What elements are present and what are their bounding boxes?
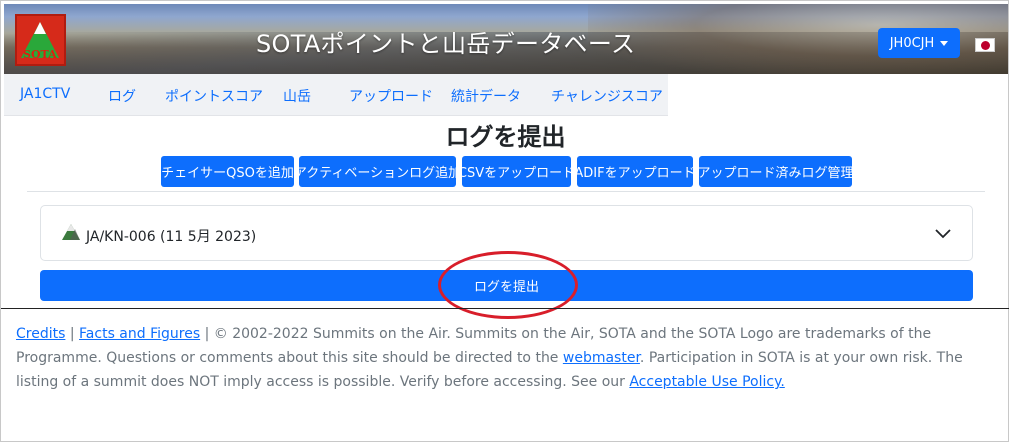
nav-item-summits[interactable]: 山岳 — [283, 86, 311, 106]
main-nav: JA1CTV ログ ポイントスコア 山岳 アップロード 統計データ チャレンジス… — [4, 74, 668, 116]
facts-figures-link[interactable]: Facts and Figures — [79, 326, 200, 342]
japan-flag-icon[interactable] — [975, 38, 995, 52]
upload-adif-button[interactable]: ADIFをアップロード — [574, 156, 696, 187]
sota-logo[interactable]: SOTA — [15, 14, 66, 66]
user-menu-label: JH0CJH — [889, 35, 935, 51]
add-chaser-qso-button[interactable]: チェイサーQSOを追加 — [161, 156, 294, 187]
accordion-label: JA/KN-006 (11 5月 2023) — [86, 229, 257, 245]
footer: Credits | Facts and Figures | © 2002-202… — [16, 322, 976, 394]
user-menu-button[interactable]: JH0CJH — [878, 28, 960, 58]
nav-item-statistics[interactable]: 統計データ — [451, 86, 521, 106]
site-title: SOTAポイントと山岳データベース — [256, 30, 636, 58]
divider — [27, 191, 985, 192]
nav-item-point-score[interactable]: ポイントスコア — [165, 86, 263, 106]
page-title: ログを提出 — [445, 123, 566, 151]
nav-item-callsign[interactable]: JA1CTV — [20, 86, 70, 102]
activation-accordion[interactable]: JA/KN-006 (11 5月 2023) — [40, 205, 973, 261]
header-banner: SOTA SOTAポイントと山岳データベース JH0CJH — [4, 4, 1008, 74]
logo-text: SOTA — [23, 48, 57, 61]
page: SOTA SOTAポイントと山岳データベース JH0CJH JA1CTV ログ … — [0, 0, 1009, 442]
credits-link[interactable]: Credits — [16, 326, 65, 342]
manage-uploaded-logs-button[interactable]: アップロード済みログ管理 — [698, 156, 854, 187]
footer-divider — [1, 308, 1009, 309]
upload-csv-button[interactable]: CSVをアップロード — [458, 156, 575, 187]
chevron-down-icon[interactable] — [934, 224, 952, 242]
flag-sun — [981, 41, 990, 50]
caret-down-icon — [940, 40, 949, 46]
add-activation-log-button[interactable]: アクティベーションログ追加 — [294, 156, 461, 187]
footer-separator: | — [65, 326, 80, 342]
nav-item-challenge-score[interactable]: チャレンジスコア — [551, 86, 663, 106]
acceptable-use-policy-link[interactable]: Acceptable Use Policy. — [629, 374, 784, 390]
submit-log-button[interactable]: ログを提出 — [40, 270, 973, 301]
nav-item-upload[interactable]: アップロード — [349, 86, 433, 106]
webmaster-link[interactable]: webmaster — [563, 350, 640, 366]
mountain-icon — [62, 224, 80, 240]
nav-item-log[interactable]: ログ — [108, 86, 136, 106]
